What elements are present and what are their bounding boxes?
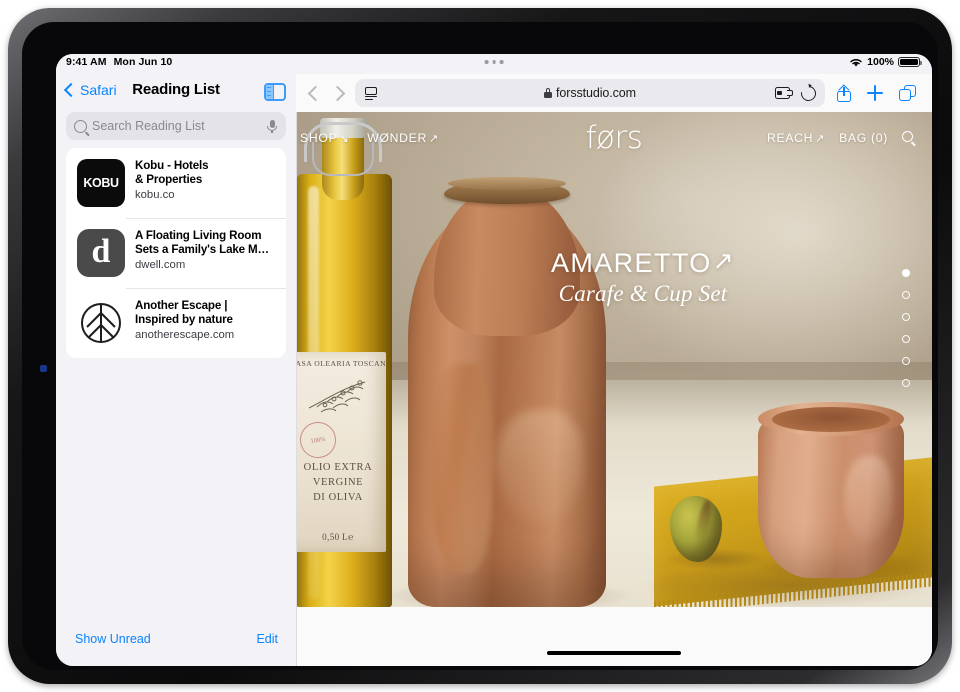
bottle-label: CASA OLEARIA TOSCANA <box>296 352 386 552</box>
handle-dot <box>484 60 489 64</box>
favicon-text: d <box>91 233 111 270</box>
kobu-favicon: KOBU <box>77 159 125 207</box>
page-title: Reading List <box>132 81 220 98</box>
browser-bottom-bar <box>296 607 932 666</box>
olive-oil-bottle: CASA OLEARIA TOSCANA <box>296 116 398 607</box>
search-icon <box>74 119 87 133</box>
nav-shop[interactable]: SHOP ↘ <box>300 131 349 145</box>
carousel-dot-6[interactable] <box>902 379 910 387</box>
label-text: OLIO EXTRA VERGINE DI OLIVA <box>303 462 373 503</box>
list-item[interactable]: Another Escape | Inspired by nature anot… <box>66 288 286 358</box>
device-screen: 9:41 AM Mon Jun 10 100% Safari Reading L… <box>56 54 932 666</box>
list-item-url: kobu.co <box>135 189 175 201</box>
reading-list-sidebar: Safari Reading List Search Reading List … <box>56 54 296 666</box>
microphone-icon[interactable] <box>266 119 278 133</box>
carousel-dot-2[interactable] <box>902 291 910 299</box>
wifi-icon <box>850 58 862 67</box>
label-volume: 0,50 L℮ <box>322 532 354 542</box>
web-content: CASA OLEARIA TOSCANA <box>296 112 932 607</box>
sidebar-divider <box>296 112 297 666</box>
edit-button[interactable]: Edit <box>256 632 278 646</box>
multitasking-handle[interactable] <box>484 60 504 64</box>
search-placeholder: Search Reading List <box>92 119 205 133</box>
battery-icon <box>898 56 923 68</box>
olive-sprig-illustration <box>308 380 366 413</box>
list-item-url: anotherescape.com <box>135 329 235 341</box>
carousel-dot-3[interactable] <box>902 313 910 321</box>
hero-title[interactable]: AMARETTO ↗ <box>518 247 768 279</box>
new-tab-icon[interactable] <box>867 85 883 101</box>
list-item-title: Kobu - Hotels & Properties <box>135 159 209 186</box>
dwell-favicon: d <box>77 229 125 277</box>
nav-wonder[interactable]: WØNDER ↗ <box>367 131 439 145</box>
ipad-device-frame: 9:41 AM Mon Jun 10 100% Safari Reading L… <box>8 8 952 684</box>
hero-product-photo: CASA OLEARIA TOSCANA <box>296 112 932 607</box>
terracotta-cup <box>758 400 904 578</box>
device-bezel: 9:41 AM Mon Jun 10 100% Safari Reading L… <box>22 22 938 670</box>
reader-view-icon[interactable] <box>364 86 378 100</box>
list-item-title: A Floating Living Room Sets a Family's L… <box>135 229 269 256</box>
status-time: 9:41 AM <box>66 56 107 68</box>
arrow-up-right-icon: ↗ <box>712 247 736 275</box>
fig-fruit <box>670 496 722 562</box>
status-time-date: 9:41 AM Mon Jun 10 <box>66 56 172 68</box>
sidebar-navbar: Safari Reading List <box>56 76 296 110</box>
list-item-url: dwell.com <box>135 259 186 271</box>
carousel-dot-1[interactable] <box>902 269 910 277</box>
status-indicators: 100% <box>849 56 923 68</box>
handle-dot <box>492 60 496 64</box>
status-date: Mon Jun 10 <box>113 56 173 68</box>
url-text: forsstudio.com <box>556 86 636 100</box>
list-item[interactable]: d A Floating Living Room Sets a Family's… <box>66 218 286 288</box>
carousel-dot-4[interactable] <box>902 335 910 343</box>
share-icon[interactable] <box>837 83 851 102</box>
screenshot-root: 9:41 AM Mon Jun 10 100% Safari Reading L… <box>0 0 960 692</box>
list-item[interactable]: KOBU Kobu - Hotels & Properties kobu.co <box>66 148 286 218</box>
list-item-title: Another Escape | Inspired by nature <box>135 299 233 326</box>
address-bar[interactable]: forsstudio.com <box>355 79 825 107</box>
back-button[interactable] <box>307 85 324 101</box>
status-bar: 9:41 AM Mon Jun 10 100% <box>56 54 932 74</box>
label-stamp: 100% <box>297 419 339 461</box>
carousel-pagination <box>902 269 910 387</box>
handle-dot <box>499 60 504 64</box>
reading-list: KOBU Kobu - Hotels & Properties kobu.co <box>66 148 286 358</box>
hero-subtitle: Carafe & Cup Set <box>558 281 728 306</box>
browser-pane: forsstudio.com ASA OLEARIA TOSCAN 100% O… <box>296 54 932 666</box>
favicon-text: KOBU <box>83 176 119 190</box>
nav-bag[interactable]: BAG (0) <box>839 131 888 145</box>
label-brand: CASA OLEARIA TOSCANA <box>296 359 386 368</box>
nav-reach[interactable]: REACH ↗ <box>767 131 825 145</box>
reload-icon[interactable] <box>798 82 819 104</box>
carousel-dot-5[interactable] <box>902 357 910 365</box>
lock-icon <box>544 88 553 98</box>
home-indicator[interactable] <box>547 650 681 655</box>
sidebar-toggle-icon[interactable] <box>264 83 286 101</box>
bezel-artifact <box>40 365 47 372</box>
battery-percent: 100% <box>867 56 894 68</box>
search-input[interactable]: Search Reading List <box>66 112 286 140</box>
terracotta-carafe <box>384 174 634 607</box>
another-escape-leaf-favicon <box>77 299 125 347</box>
forward-button[interactable] <box>329 85 346 101</box>
site-navigation: SHOP ↘ WØNDER ↗ førs REACH ↗ BAG (0) <box>296 112 932 164</box>
arrow-up-right-icon: ↗ <box>815 132 826 145</box>
sidebar-footer: Show Unread Edit <box>56 620 296 666</box>
browser-toolbar: forsstudio.com <box>296 74 932 112</box>
arrow-up-right-icon: ↗ <box>428 132 439 145</box>
show-unread-button[interactable]: Show Unread <box>75 632 151 646</box>
search-icon[interactable] <box>902 131 916 146</box>
hero-text: AMARETTO ↗ Carafe & Cup Set <box>518 248 768 307</box>
tab-overview-icon[interactable] <box>899 85 916 101</box>
arrow-down-right-icon: ↘ <box>339 132 350 145</box>
extensions-puzzle-icon[interactable] <box>775 87 794 99</box>
